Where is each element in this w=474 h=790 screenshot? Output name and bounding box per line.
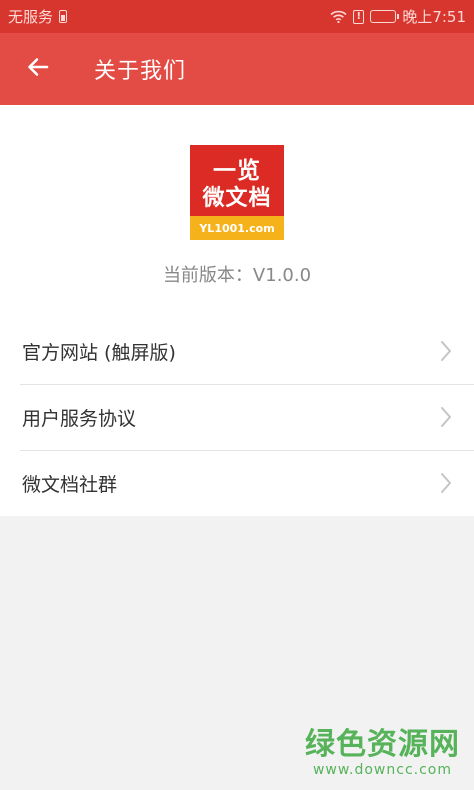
chevron-right-icon: [440, 340, 452, 366]
menu-list: 官方网站 (触屏版) 用户服务协议 微文档社群: [0, 318, 474, 516]
status-right: ! 晚上7:51: [330, 6, 466, 27]
wifi-icon: [330, 10, 347, 23]
clock-text: 晚上7:51: [402, 8, 466, 26]
status-left: 无服务: [8, 6, 68, 27]
menu-item-official-website[interactable]: 官方网站 (触屏版): [0, 318, 474, 384]
menu-item-community[interactable]: 微文档社群: [0, 450, 474, 516]
logo-url: YL1001.com: [199, 222, 275, 235]
menu-item-label: 微文档社群: [22, 473, 118, 496]
watermark-title: 绿色资源网: [305, 727, 460, 762]
watermark-url: www.downcc.com: [312, 762, 453, 778]
page-title: 关于我们: [94, 59, 187, 84]
menu-item-label: 用户服务协议: [22, 407, 137, 430]
logo-line2: 微文档: [202, 186, 272, 211]
app-logo: 一览 微文档 YL1001.com: [190, 145, 284, 240]
about-card: 一览 微文档 YL1001.com 当前版本：V1.0.0: [0, 105, 474, 318]
back-button[interactable]: [0, 33, 76, 105]
carrier-text: 无服务: [8, 8, 54, 26]
app-header: 关于我们: [0, 33, 474, 105]
battery-icon: [370, 10, 400, 23]
watermark: 绿色资源网 www.downcc.com: [305, 727, 460, 779]
arrow-left-icon: [26, 55, 50, 83]
menu-item-user-agreement[interactable]: 用户服务协议: [0, 384, 474, 450]
menu-item-label: 官方网站 (触屏版): [22, 341, 176, 364]
about-screen: 无服务 ! 晚上7:51 关于我们 一览 微文档 YL1001.com 当前版本…: [0, 0, 474, 790]
chevron-right-icon: [440, 406, 452, 432]
sim-card-icon: [59, 10, 68, 23]
version-text: 当前版本：V1.0.0: [162, 265, 312, 286]
status-bar: 无服务 ! 晚上7:51: [0, 0, 474, 33]
no-sim-alert-icon: !: [353, 9, 365, 24]
chevron-right-icon: [440, 472, 452, 498]
